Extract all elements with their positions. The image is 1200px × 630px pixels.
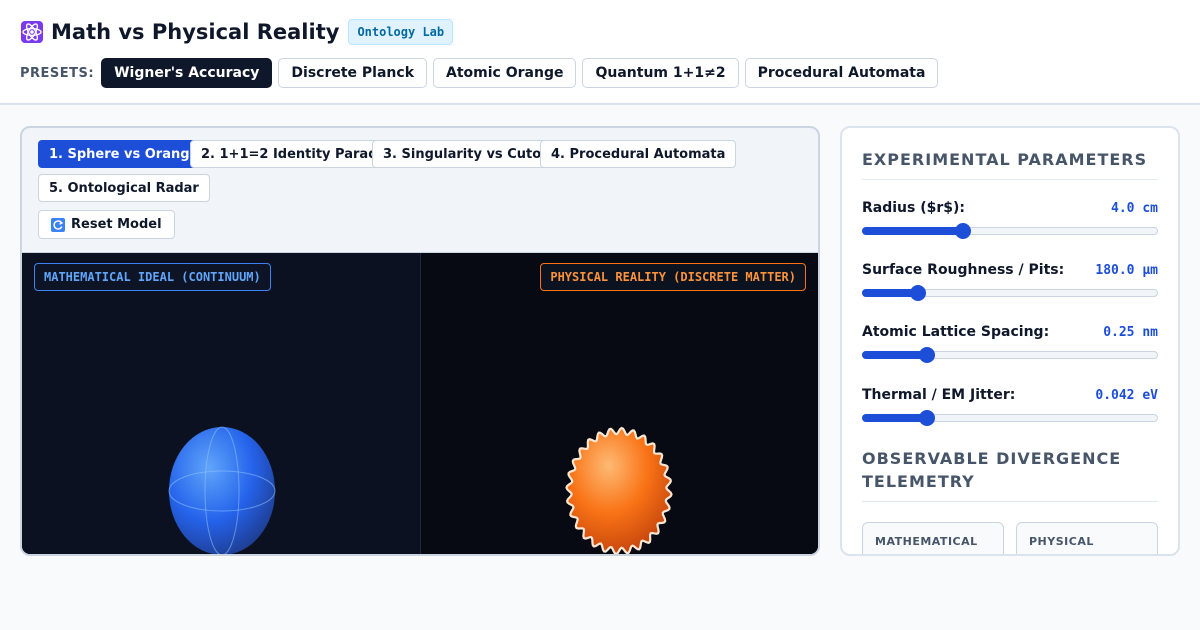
physical-panel: PHYSICAL REALITY (DISCRETE MATTER) <box>421 253 818 554</box>
thermal-jitter-value: 0.042 eV <box>1095 388 1158 403</box>
radius-slider-fill <box>862 227 963 235</box>
radius-slider-thumb[interactable] <box>954 223 971 239</box>
thermal-jitter-slider[interactable] <box>862 410 1158 426</box>
atomic-lattice-value: 0.25 nm <box>1103 325 1158 340</box>
atomic-lattice-slider-fill <box>862 351 928 359</box>
math-panel: MATHEMATICAL IDEAL (CONTINUUM) <box>22 253 420 554</box>
ontology-lab-badge: Ontology Lab <box>348 19 454 45</box>
physical-reality-tag: PHYSICAL REALITY (DISCRETE MATTER) <box>540 263 806 291</box>
atomic-lattice-parameter: Atomic Lattice Spacing: 0.25 nm <box>862 324 1158 368</box>
surface-roughness-slider[interactable] <box>862 285 1158 301</box>
experimental-parameters-title: EXPERIMENTAL PARAMETERS <box>862 148 1158 180</box>
tab-procedural-automata[interactable]: 4. Procedural Automata <box>540 140 737 168</box>
atomic-lattice-slider[interactable] <box>862 347 1158 363</box>
surface-roughness-slider-thumb[interactable] <box>910 285 927 301</box>
preset-procedural-automata-button[interactable]: Procedural Automata <box>744 58 939 88</box>
top-bar: Math vs Physical Reality Ontology Lab PR… <box>0 0 1200 105</box>
presets-label: PRESETS: <box>20 65 95 81</box>
preset-discrete-planck-button[interactable]: Discrete Planck <box>278 58 428 88</box>
preset-wigners-accuracy-button[interactable]: Wigner's Accuracy <box>101 58 273 88</box>
radius-parameter: Radius ($r$): 4.0 cm <box>862 200 1158 244</box>
thermal-jitter-slider-thumb[interactable] <box>919 410 936 426</box>
thermal-jitter-label: Thermal / EM Jitter: <box>862 387 1016 403</box>
physical-orange <box>565 426 673 554</box>
atomic-lattice-label: Atomic Lattice Spacing: <box>862 324 1050 340</box>
lab-card: 1. Sphere vs Orange 2. 1+1=2 Identity Pa… <box>20 126 820 556</box>
reset-icon <box>51 217 65 232</box>
radius-label: Radius ($r$): <box>862 200 966 216</box>
atom-icon <box>20 20 44 44</box>
telemetry-physical-box: PHYSICAL <box>1016 522 1158 554</box>
radius-slider[interactable] <box>862 223 1158 239</box>
thermal-jitter-slider-fill <box>862 414 928 422</box>
comparison-viewport: MATHEMATICAL IDEAL (CONTINUUM) PHYSICAL … <box>22 252 818 554</box>
math-ideal-tag: MATHEMATICAL IDEAL (CONTINUUM) <box>34 263 271 291</box>
tab-sphere-vs-orange[interactable]: 1. Sphere vs Orange <box>38 140 210 168</box>
thermal-jitter-parameter: Thermal / EM Jitter: 0.042 eV <box>862 387 1158 431</box>
reset-model-label: Reset Model <box>71 217 162 232</box>
radius-value: 4.0 cm <box>1111 201 1158 216</box>
preset-atomic-orange-button[interactable]: Atomic Orange <box>433 58 577 88</box>
surface-roughness-label: Surface Roughness / Pits: <box>862 262 1065 278</box>
surface-roughness-value: 180.0 μm <box>1095 263 1158 278</box>
reset-model-button[interactable]: Reset Model <box>38 210 175 239</box>
ideal-sphere <box>168 426 276 554</box>
tab-singularity-vs-cutoff[interactable]: 3. Singularity vs Cutoff <box>372 140 563 168</box>
surface-roughness-parameter: Surface Roughness / Pits: 180.0 μm <box>862 262 1158 306</box>
atomic-lattice-slider-thumb[interactable] <box>919 347 936 363</box>
telemetry-physical-label: PHYSICAL <box>1029 535 1094 548</box>
telemetry-title: OBSERVABLE DIVERGENCE TELEMETRY <box>862 447 1158 502</box>
app-title: Math vs Physical Reality <box>51 20 340 44</box>
preset-row: PRESETS: Wigner's Accuracy Discrete Plan… <box>20 58 944 88</box>
title-row: Math vs Physical Reality Ontology Lab <box>20 18 454 46</box>
parameters-panel: EXPERIMENTAL PARAMETERS Radius ($r$): 4.… <box>840 126 1180 556</box>
tab-ontological-radar[interactable]: 5. Ontological Radar <box>38 174 210 202</box>
telemetry-mathematical-box: MATHEMATICAL <box>862 522 1004 554</box>
preset-quantum-button[interactable]: Quantum 1+1≠2 <box>582 58 739 88</box>
telemetry-mathematical-label: MATHEMATICAL <box>875 535 978 548</box>
